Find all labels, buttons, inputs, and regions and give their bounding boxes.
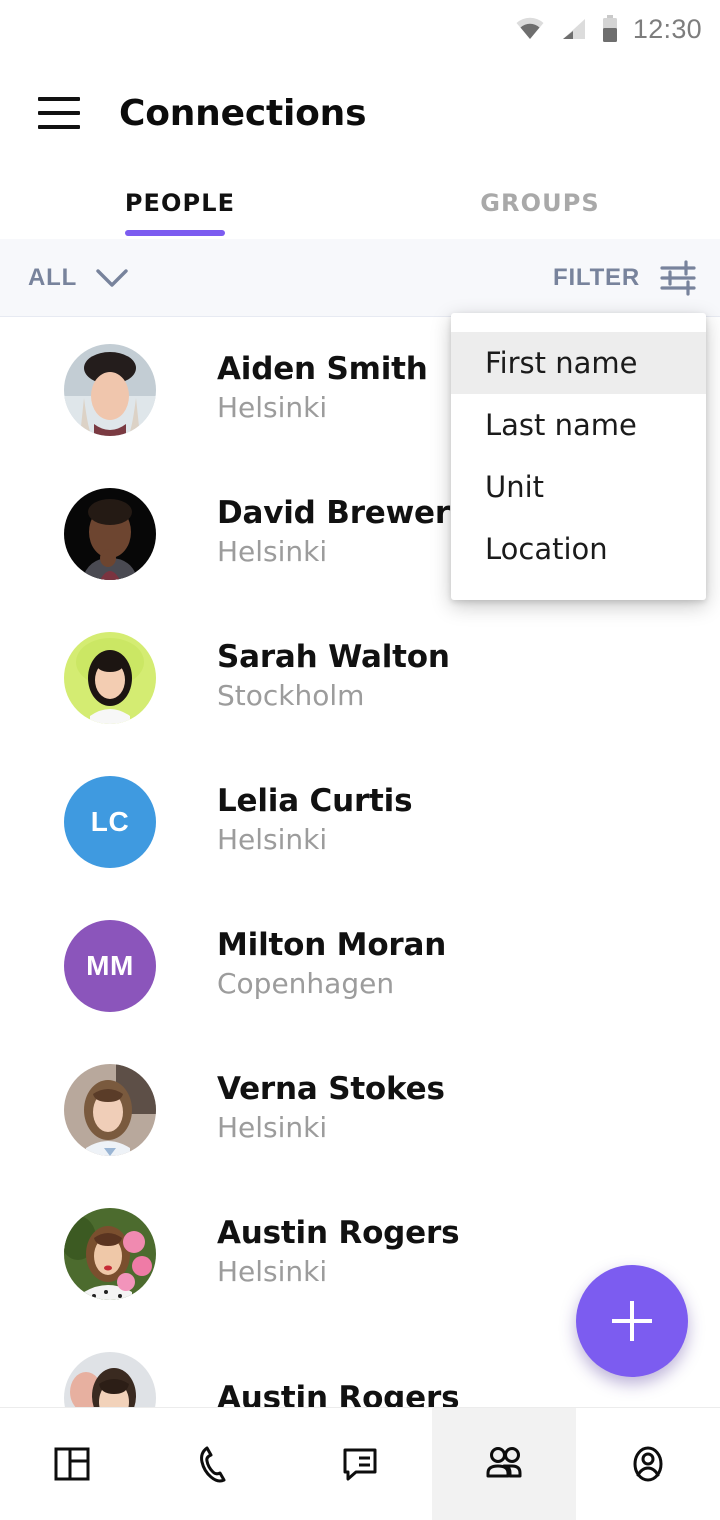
list-item[interactable]: LC Lelia Curtis Helsinki: [0, 750, 720, 894]
tab-bar: PEOPLE GROUPS: [0, 168, 720, 238]
status-bar: 12:30: [0, 0, 720, 58]
sort-dropdown-menu[interactable]: First name Last name Unit Location: [451, 313, 706, 600]
nav-item-dashboard[interactable]: [0, 1408, 144, 1520]
tab-groups[interactable]: GROUPS: [360, 168, 720, 238]
person-name: Lelia Curtis: [217, 783, 413, 820]
dropdown-item-last-name[interactable]: Last name: [451, 394, 706, 456]
nav-item-calls[interactable]: [144, 1408, 288, 1520]
list-item-text: Sarah Walton Stockholm: [217, 639, 450, 716]
avatar: [64, 1208, 156, 1300]
list-item-text: Austin Rogers Helsinki: [217, 1215, 460, 1292]
bottom-navigation-bar: [0, 1407, 720, 1520]
dropdown-item-first-name[interactable]: First name: [451, 332, 706, 394]
avatar: [64, 1352, 156, 1407]
filter-bar: ALL FILTER: [0, 239, 720, 317]
person-location: Copenhagen: [217, 966, 395, 1000]
person-name: Austin Rogers: [217, 1379, 460, 1407]
tune-sliders-icon: [660, 259, 696, 296]
list-item[interactable]: Verna Stokes Helsinki: [0, 1038, 720, 1182]
avatar: MM: [64, 920, 156, 1012]
list-item-text: Verna Stokes Helsinki: [217, 1071, 445, 1148]
person-location: Helsinki: [217, 534, 328, 568]
dropdown-item-location[interactable]: Location: [451, 518, 706, 580]
person-location: Helsinki: [217, 822, 328, 856]
avatar-initials: LC: [90, 806, 130, 837]
person-name: Verna Stokes: [217, 1071, 445, 1108]
tab-people[interactable]: PEOPLE: [0, 168, 360, 238]
nav-item-people[interactable]: [432, 1408, 576, 1520]
scope-selector[interactable]: ALL: [28, 264, 129, 292]
avatar-photo: [64, 1064, 156, 1156]
person-name: Aiden Smith: [217, 351, 428, 388]
avatar: [64, 344, 156, 436]
cellular-signal-icon: [562, 19, 585, 39]
avatar-photo: [64, 344, 156, 436]
list-item-text: Milton Moran Copenhagen: [217, 927, 446, 1004]
app-bar: Connections: [0, 58, 720, 168]
nav-item-account[interactable]: [576, 1408, 720, 1520]
nav-item-messages[interactable]: [288, 1408, 432, 1520]
app-screen: 12:30 Connections PEOPLE GROUPS ALL FILT…: [0, 0, 720, 1520]
avatar: [64, 1064, 156, 1156]
filter-label: FILTER: [552, 263, 640, 291]
list-item-text: Austin Rogers: [217, 1379, 460, 1407]
person-location: Stockholm: [217, 678, 365, 712]
status-bar-clock: 12:30: [632, 13, 702, 44]
person-location: Helsinki: [217, 1254, 328, 1288]
avatar-photo: [64, 632, 156, 724]
avatar-photo: [64, 1208, 156, 1300]
list-item-text: Aiden Smith Helsinki: [217, 351, 428, 428]
page-title: Connections: [119, 92, 367, 134]
person-location: Helsinki: [217, 1110, 328, 1144]
list-item-text: David Brewer Helsinki: [217, 495, 450, 572]
scope-label: ALL: [28, 263, 78, 291]
chevron-down-icon: [96, 268, 128, 287]
person-name: Sarah Walton: [217, 639, 450, 676]
avatar-initials: MM: [86, 950, 134, 981]
add-contact-fab[interactable]: [576, 1265, 688, 1377]
avatar: LC: [64, 776, 156, 868]
avatar-photo: [64, 1352, 156, 1407]
person-name: Austin Rogers: [217, 1215, 460, 1252]
phone-icon: [200, 1446, 226, 1483]
avatar: [64, 632, 156, 724]
chat-icon: [343, 1448, 377, 1481]
list-item[interactable]: Sarah Walton Stockholm: [0, 606, 720, 750]
avatar-photo: [64, 488, 156, 580]
tab-active-indicator: [125, 230, 225, 236]
filter-button[interactable]: FILTER: [552, 259, 698, 296]
hamburger-menu-icon[interactable]: [38, 97, 80, 129]
list-item[interactable]: MM Milton Moran Copenhagen: [0, 894, 720, 1038]
account-icon: [633, 1446, 663, 1482]
avatar: [64, 488, 156, 580]
people-icon: [486, 1447, 522, 1478]
person-name: Milton Moran: [217, 927, 447, 964]
dashboard-icon: [54, 1447, 90, 1481]
person-location: Helsinki: [217, 390, 328, 424]
person-name: David Brewer: [217, 495, 450, 532]
list-item-text: Lelia Curtis Helsinki: [217, 783, 413, 860]
battery-icon: [602, 15, 617, 42]
wifi-icon: [516, 17, 544, 39]
dropdown-item-unit[interactable]: Unit: [451, 456, 706, 518]
